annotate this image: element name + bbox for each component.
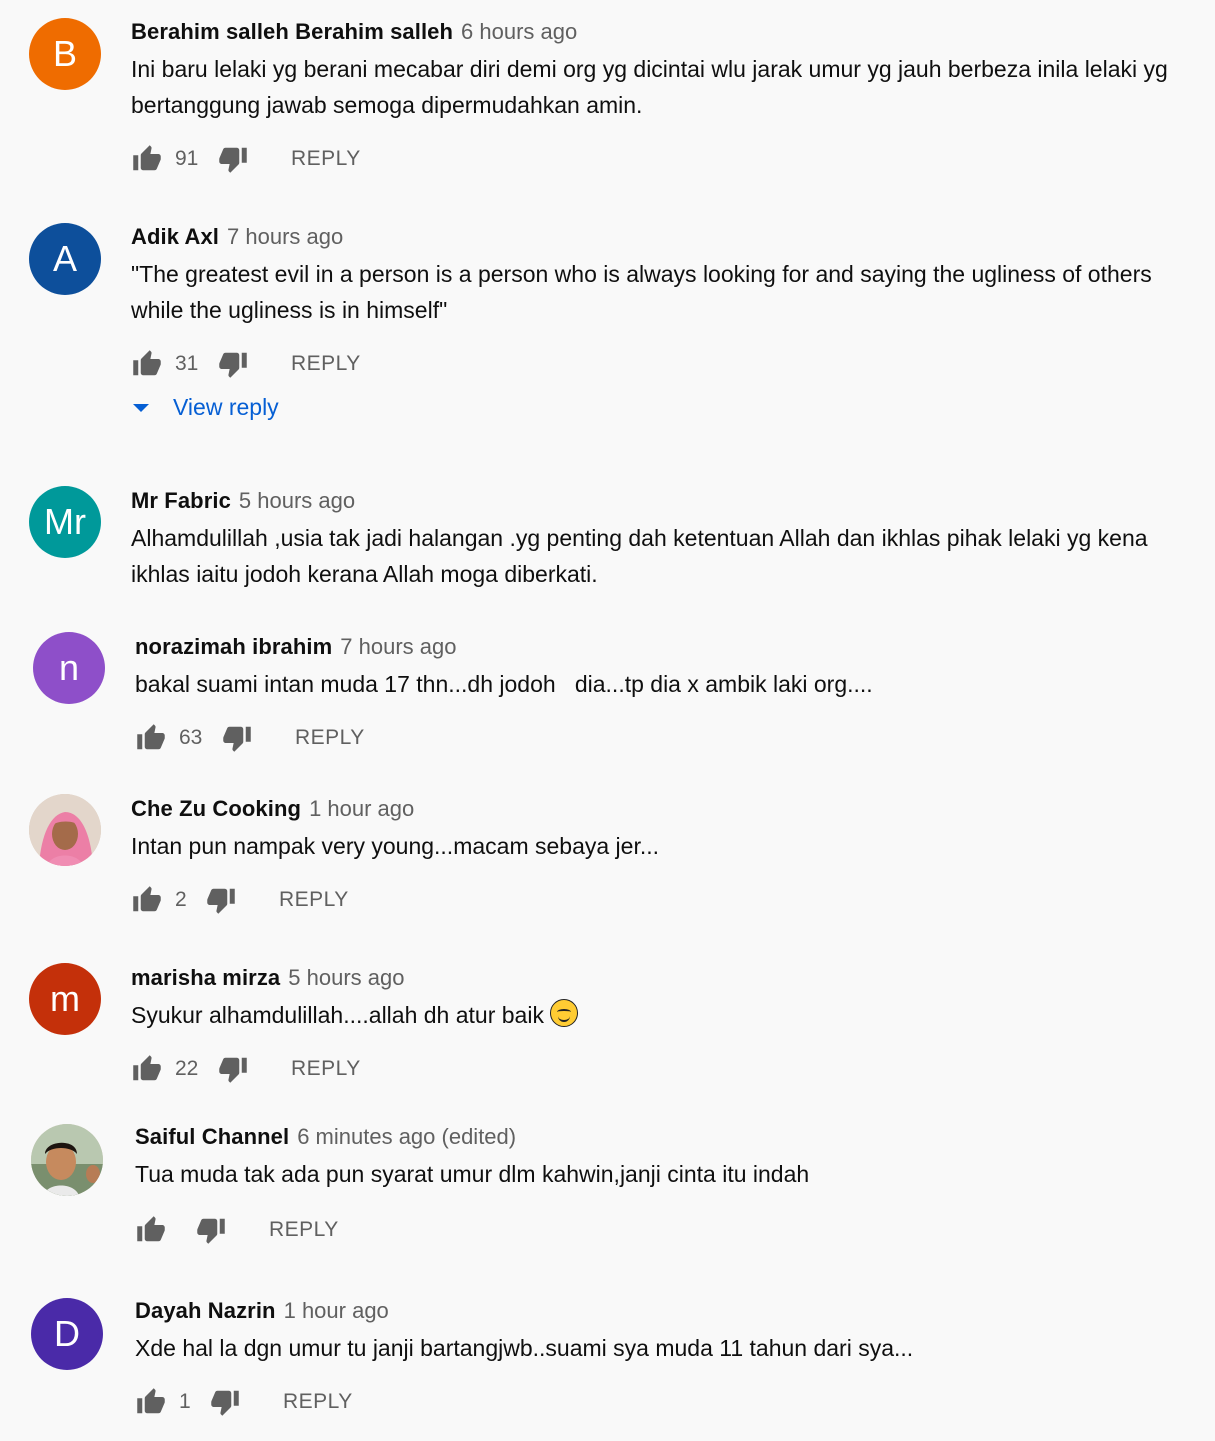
comment-body: Saiful Channel 6 minutes ago (edited) Tua…	[135, 1122, 1195, 1250]
comment-actions: 1 REPLY	[135, 1382, 1195, 1422]
comment-text-content: Syukur alhamdulillah....allah dh atur ba…	[131, 1002, 544, 1028]
like-count: 2	[175, 888, 187, 911]
thumbs-up-icon[interactable]	[135, 722, 167, 754]
comment-body: Che Zu Cooking 1 hour ago Intan pun nampa…	[131, 794, 1195, 920]
thumbs-down-icon[interactable]	[217, 1053, 249, 1085]
comment-time[interactable]: 7 hours ago	[227, 224, 343, 249]
profile-photo	[29, 794, 101, 866]
reply-button[interactable]: REPLY	[283, 1390, 353, 1414]
author-name[interactable]: Dayah Nazrin	[135, 1298, 276, 1323]
avatar[interactable]: m	[29, 963, 101, 1035]
thumbs-up-icon[interactable]	[131, 143, 163, 175]
comment-text: Alhamdulillah ,usia tak jadi halangan .y…	[131, 525, 1154, 587]
comment-body: marisha mirza 5 hours ago Syukur alhamdul…	[131, 963, 1195, 1089]
comment-actions: 31 REPLY	[131, 344, 1195, 384]
comment-time[interactable]: 6 hours ago	[461, 19, 577, 44]
thumbs-up-icon[interactable]	[131, 348, 163, 380]
like-count: 63	[179, 726, 203, 749]
author-name[interactable]: Berahim salleh Berahim salleh	[131, 19, 453, 44]
like-count: 22	[175, 1057, 199, 1080]
hugging-face-emoji-icon	[550, 999, 579, 1027]
reply-button[interactable]: REPLY	[269, 1218, 339, 1242]
reply-button[interactable]: REPLY	[291, 352, 361, 376]
comment-actions: REPLY	[135, 1210, 1195, 1250]
comment-time[interactable]: 1 hour ago	[284, 1298, 389, 1323]
profile-photo	[31, 1124, 103, 1196]
avatar[interactable]: D	[31, 1298, 103, 1370]
comment-header: Berahim salleh Berahim salleh 6 hours ago	[131, 17, 1195, 47]
comment-time[interactable]: 1 hour ago	[309, 796, 414, 821]
thumbs-up-icon[interactable]	[131, 884, 163, 916]
comment-time[interactable]: 5 hours ago	[239, 488, 355, 513]
comment-body: Adik Axl 7 hours ago "The greatest evil i…	[131, 222, 1195, 421]
comment-time[interactable]: 7 hours ago	[340, 634, 456, 659]
author-name[interactable]: Saiful Channel	[135, 1124, 289, 1149]
comment-text: bakal suami intan muda 17 thn...dh jodoh…	[135, 671, 873, 697]
comment-header: Dayah Nazrin 1 hour ago	[135, 1296, 1195, 1326]
comment-header: Mr Fabric 5 hours ago	[131, 486, 1195, 516]
caret-down-icon	[133, 403, 149, 412]
author-name[interactable]: Che Zu Cooking	[131, 796, 301, 821]
thumbs-down-icon[interactable]	[195, 1214, 227, 1246]
comment-actions: 91 REPLY	[131, 139, 1195, 179]
comment-text: "The greatest evil in a person is a pers…	[131, 261, 1159, 323]
comment-header: norazimah ibrahim 7 hours ago	[135, 632, 1195, 662]
thumbs-down-icon[interactable]	[217, 143, 249, 175]
comment-text: Intan pun nampak very young...macam seba…	[131, 833, 660, 859]
comment-time[interactable]: 6 minutes ago (edited)	[297, 1124, 516, 1149]
comment-body: Dayah Nazrin 1 hour ago Xde hal la dgn um…	[135, 1296, 1195, 1422]
comment-header: marisha mirza 5 hours ago	[131, 963, 1195, 993]
comment-actions: 63 REPLY	[135, 718, 1195, 758]
author-name[interactable]: Mr Fabric	[131, 488, 231, 513]
thumbs-up-icon[interactable]	[131, 1053, 163, 1085]
reply-button[interactable]: REPLY	[291, 147, 361, 171]
comment-actions: 2 REPLY	[131, 880, 1195, 920]
reply-button[interactable]: REPLY	[291, 1057, 361, 1081]
comment-header: Saiful Channel 6 minutes ago (edited)	[135, 1122, 1195, 1152]
thumbs-down-icon[interactable]	[209, 1386, 241, 1418]
comment-body: norazimah ibrahim 7 hours ago bakal suami…	[135, 632, 1195, 758]
comment-actions: 22 REPLY	[131, 1049, 1195, 1089]
avatar[interactable]	[29, 794, 101, 866]
avatar[interactable]: Mr	[29, 486, 101, 558]
comment-header: Adik Axl 7 hours ago	[131, 222, 1195, 252]
reply-button[interactable]: REPLY	[295, 726, 365, 750]
thumbs-up-icon[interactable]	[135, 1386, 167, 1418]
comment-text: Ini baru lelaki yg berani mecabar diri d…	[131, 56, 1175, 118]
author-name[interactable]: Adik Axl	[131, 224, 219, 249]
comment-text: Xde hal la dgn umur tu janji bartangjwb.…	[135, 1335, 914, 1361]
avatar[interactable]: A	[29, 223, 101, 295]
thumbs-up-icon[interactable]	[135, 1214, 167, 1246]
thumbs-down-icon[interactable]	[221, 722, 253, 754]
like-count: 31	[175, 352, 199, 375]
avatar[interactable]: n	[33, 632, 105, 704]
like-count: 91	[175, 147, 199, 170]
view-reply-button[interactable]: View reply	[131, 394, 1195, 421]
thumbs-down-icon[interactable]	[205, 884, 237, 916]
like-count: 1	[179, 1390, 191, 1413]
author-name[interactable]: marisha mirza	[131, 965, 280, 990]
view-reply-label: View reply	[173, 394, 279, 420]
comment-body: Berahim salleh Berahim salleh 6 hours ago…	[131, 17, 1195, 179]
comment-text: Tua muda tak ada pun syarat umur dlm kah…	[135, 1161, 810, 1187]
comment-body: Mr Fabric 5 hours ago Alhamdulillah ,usia…	[131, 486, 1195, 592]
avatar[interactable]: B	[29, 18, 101, 90]
comment-time[interactable]: 5 hours ago	[288, 965, 404, 990]
thumbs-down-icon[interactable]	[217, 348, 249, 380]
comment-header: Che Zu Cooking 1 hour ago	[131, 794, 1195, 824]
comment-text: Syukur alhamdulillah....allah dh atur ba…	[131, 997, 1195, 1033]
author-name[interactable]: norazimah ibrahim	[135, 634, 332, 659]
reply-button[interactable]: REPLY	[279, 888, 349, 912]
avatar[interactable]	[31, 1124, 103, 1196]
